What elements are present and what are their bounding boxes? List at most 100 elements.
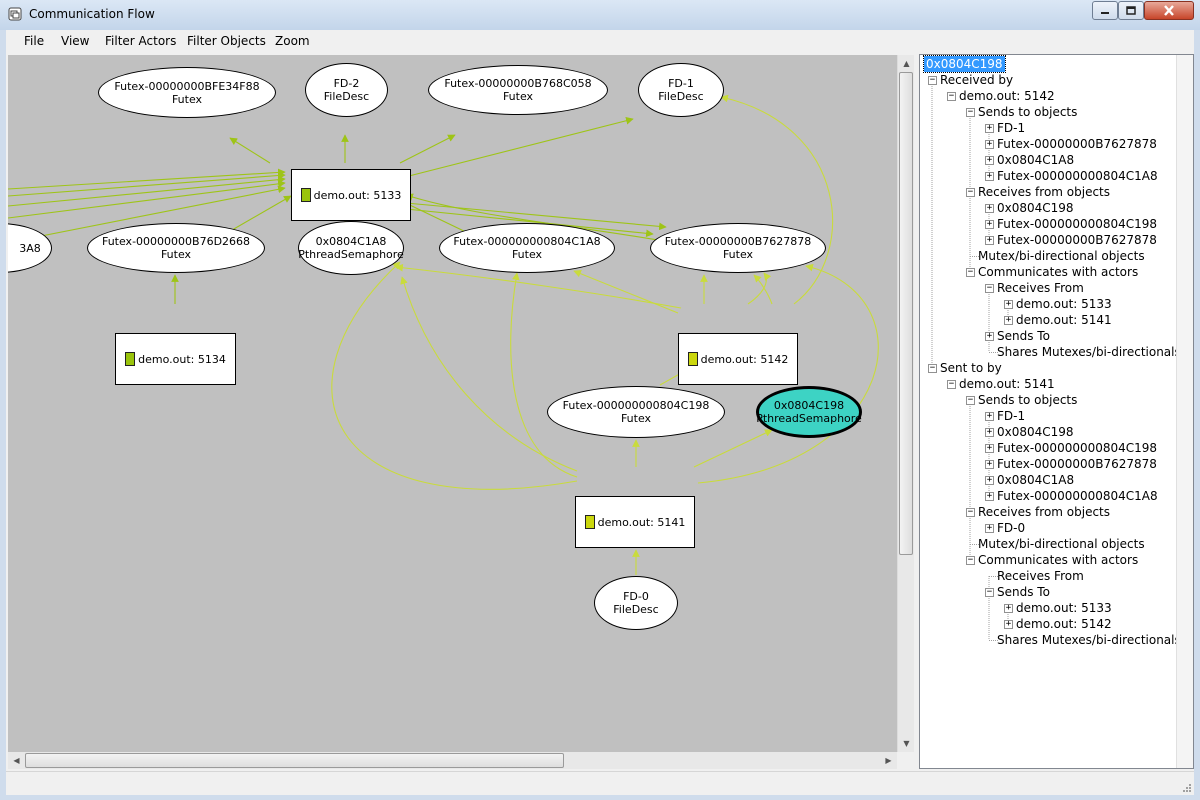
collapse-icon[interactable]: − <box>928 76 937 85</box>
expand-icon[interactable]: + <box>985 476 994 485</box>
object-node[interactable]: Futex-00000000B768C058 Futex <box>428 65 608 115</box>
tree-vertical-scrollbar[interactable] <box>1176 55 1193 768</box>
expand-icon[interactable]: + <box>1004 300 1013 309</box>
object-node[interactable]: Futex-00000000BFE34F88 Futex <box>98 67 276 118</box>
tree-node[interactable]: Futex-000000000804C1A8 <box>997 488 1158 504</box>
maximize-button[interactable] <box>1118 1 1144 20</box>
expand-icon[interactable]: + <box>985 172 994 181</box>
object-node[interactable]: FD-2 FileDesc <box>305 63 388 117</box>
tree-node[interactable]: Shares Mutexes/bi-directionals with <box>997 632 1193 648</box>
menu-file[interactable]: File <box>24 34 44 48</box>
graph-horizontal-scrollbar[interactable]: ◀ ▶ <box>8 752 897 769</box>
tree-node[interactable]: demo.out: 5142 <box>959 88 1055 104</box>
collapse-icon[interactable]: − <box>947 92 956 101</box>
tree-node[interactable]: Sent to by <box>940 360 1002 376</box>
expand-icon[interactable]: + <box>985 524 994 533</box>
tree-node[interactable]: Sends to objects <box>978 392 1077 408</box>
tree-node[interactable]: Sends To <box>997 328 1050 344</box>
tree-node[interactable]: Mutex/bi-directional objects <box>978 248 1145 264</box>
tree-node[interactable]: Shares Mutexes/bi-directionals with <box>997 344 1193 360</box>
tree-node[interactable]: 0x0804C198 <box>997 200 1074 216</box>
actor-node[interactable]: demo.out: 5142 <box>678 333 798 385</box>
tree-node[interactable]: Sends To <box>997 584 1050 600</box>
close-button[interactable] <box>1144 1 1194 20</box>
title-bar[interactable]: Communication Flow <box>0 0 1200 30</box>
expand-icon[interactable]: + <box>985 428 994 437</box>
collapse-icon[interactable]: − <box>966 108 975 117</box>
expand-icon[interactable]: + <box>985 220 994 229</box>
expand-icon[interactable]: + <box>985 236 994 245</box>
expand-icon[interactable]: + <box>985 124 994 133</box>
tree-node[interactable]: Receives From <box>997 568 1084 584</box>
expand-icon[interactable]: + <box>985 412 994 421</box>
resize-grip-icon[interactable] <box>1180 781 1192 793</box>
scroll-down-icon[interactable]: ▼ <box>898 735 915 752</box>
tree-node[interactable]: FD-0 <box>997 520 1025 536</box>
tree-node[interactable]: Futex-00000000B7627878 <box>997 456 1157 472</box>
tree-node[interactable]: 0x0804C1A8 <box>997 152 1074 168</box>
expand-icon[interactable]: + <box>985 140 994 149</box>
tree-node[interactable]: Futex-000000000804C1A8 <box>997 168 1158 184</box>
collapse-icon[interactable]: − <box>966 396 975 405</box>
scroll-left-icon[interactable]: ◀ <box>8 752 25 769</box>
actor-node[interactable]: demo.out: 5141 <box>575 496 695 548</box>
expand-icon[interactable]: + <box>985 444 994 453</box>
object-node[interactable]: Futex-00000000B76D2668 Futex <box>87 223 265 273</box>
collapse-icon[interactable]: − <box>966 556 975 565</box>
scroll-thumb[interactable] <box>25 753 564 768</box>
graph-vertical-scrollbar[interactable]: ▲ ▼ <box>897 55 914 752</box>
tree-node[interactable]: Futex-000000000804C198 <box>997 216 1157 232</box>
collapse-icon[interactable]: − <box>985 588 994 597</box>
tree-node[interactable]: 0x0804C1A8 <box>997 472 1074 488</box>
menu-view[interactable]: View <box>61 34 89 48</box>
tree-node[interactable]: Sends to objects <box>978 104 1077 120</box>
tree-root-node[interactable]: 0x0804C198 <box>923 55 1006 73</box>
expand-icon[interactable]: + <box>1004 620 1013 629</box>
scroll-right-icon[interactable]: ▶ <box>880 752 897 769</box>
collapse-icon[interactable]: − <box>947 380 956 389</box>
menu-zoom[interactable]: Zoom <box>275 34 310 48</box>
scroll-up-icon[interactable]: ▲ <box>898 55 915 72</box>
tree-node[interactable]: Futex-00000000B7627878 <box>997 232 1157 248</box>
tree-node[interactable]: 0x0804C198 <box>997 424 1074 440</box>
collapse-icon[interactable]: − <box>966 508 975 517</box>
scroll-thumb[interactable] <box>899 72 913 555</box>
expand-icon[interactable]: + <box>985 156 994 165</box>
tree-node[interactable]: Receives From <box>997 280 1084 296</box>
tree-node[interactable]: demo.out: 5142 <box>1016 616 1112 632</box>
object-node[interactable]: FD-0 FileDesc <box>594 576 678 630</box>
tree-node[interactable]: demo.out: 5141 <box>959 376 1055 392</box>
tree-node[interactable]: Receives from objects <box>978 504 1110 520</box>
object-node[interactable]: FD-1 FileDesc <box>638 63 724 117</box>
tree-node[interactable]: Receives from objects <box>978 184 1110 200</box>
graph-canvas[interactable]: Futex-00000000BFE34F88 Futex FD-2 FileDe… <box>8 55 897 752</box>
tree-node[interactable]: FD-1 <box>997 120 1025 136</box>
details-tree[interactable]: 0x0804C198− Received by − demo.out: 5142− Se… <box>919 54 1194 769</box>
menu-filter-actors[interactable]: Filter Actors <box>105 34 176 48</box>
collapse-icon[interactable]: − <box>928 364 937 373</box>
tree-node[interactable]: demo.out: 5141 <box>1016 312 1112 328</box>
object-node[interactable]: Futex-000000000804C1A8 Futex <box>439 223 615 273</box>
object-node[interactable]: Futex-00000000B7627878 Futex <box>650 223 826 273</box>
expand-icon[interactable]: + <box>1004 604 1013 613</box>
tree-node[interactable]: Received by <box>940 72 1013 88</box>
collapse-icon[interactable]: − <box>966 188 975 197</box>
tree-node[interactable]: Communicates with actors <box>978 264 1138 280</box>
object-node[interactable]: 0x0804C1A8 PthreadSemaphore <box>298 221 404 275</box>
object-node-selected[interactable]: 0x0804C198 PthreadSemaphore <box>756 386 862 438</box>
expand-icon[interactable]: + <box>985 332 994 341</box>
collapse-icon[interactable]: − <box>985 284 994 293</box>
actor-node[interactable]: demo.out: 5133 <box>291 169 411 221</box>
tree-node[interactable]: FD-1 <box>997 408 1025 424</box>
object-node[interactable]: Futex-000000000804C198 Futex <box>547 386 725 438</box>
collapse-icon[interactable]: − <box>966 268 975 277</box>
expand-icon[interactable]: + <box>985 460 994 469</box>
tree-node[interactable]: Mutex/bi-directional objects <box>978 536 1145 552</box>
tree-node[interactable]: demo.out: 5133 <box>1016 296 1112 312</box>
menu-filter-objects[interactable]: Filter Objects <box>187 34 266 48</box>
tree-node[interactable]: Futex-000000000804C198 <box>997 440 1157 456</box>
tree-node[interactable]: Communicates with actors <box>978 552 1138 568</box>
expand-icon[interactable]: + <box>1004 316 1013 325</box>
tree-node[interactable]: Futex-00000000B7627878 <box>997 136 1157 152</box>
minimize-button[interactable] <box>1092 1 1118 20</box>
